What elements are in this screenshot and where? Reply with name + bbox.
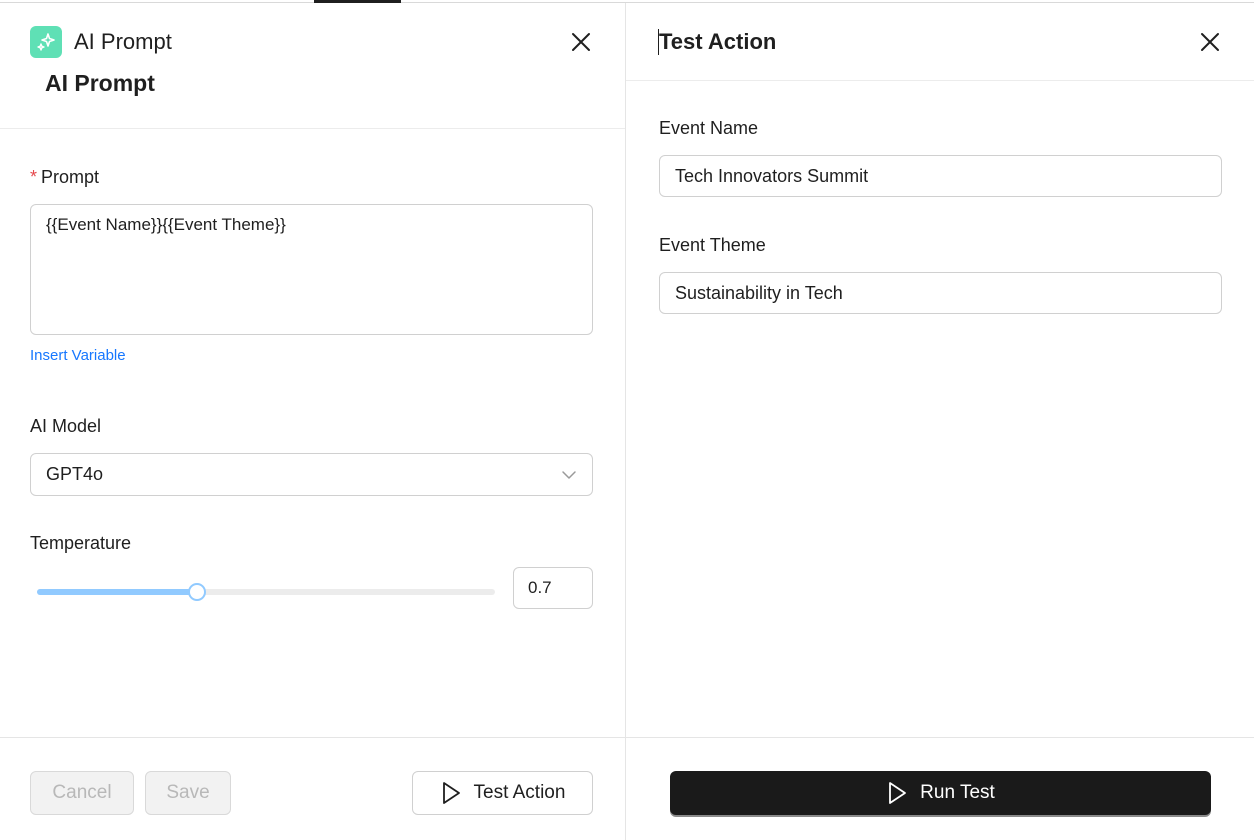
required-mark: *	[30, 167, 38, 187]
test-action-panel: Test Action Event Name Tech Innovators S…	[626, 3, 1254, 840]
test-action-footer: Run Test	[626, 737, 1254, 840]
ai-prompt-panel: AI Prompt AI Prompt * Prompt {{Event Name…	[0, 3, 626, 840]
temperature-value: 0.7	[528, 578, 552, 597]
test-action-button[interactable]: Test Action	[412, 771, 593, 815]
slider-handle[interactable]	[188, 583, 207, 601]
event-name-value: Tech Innovators Summit	[675, 165, 869, 186]
ai-prompt-header: AI Prompt AI Prompt	[0, 3, 625, 129]
temperature-slider[interactable]	[37, 583, 495, 601]
panel-title: AI Prompt	[74, 29, 172, 54]
slider-fill	[37, 589, 198, 595]
close-icon[interactable]	[1196, 28, 1224, 56]
play-icon	[886, 781, 908, 805]
temperature-label: Temperature	[30, 533, 132, 553]
run-test-label: Run Test	[920, 782, 995, 803]
test-action-header: Test Action	[626, 3, 1254, 81]
prompt-label-text: Prompt	[41, 167, 100, 187]
sparkle-icon	[30, 26, 62, 58]
prompt-label: * Prompt	[30, 167, 99, 188]
close-icon[interactable]	[567, 28, 595, 56]
prompt-textarea[interactable]: {{Event Name}}{{Event Theme}}	[30, 204, 593, 335]
ai-prompt-footer: Cancel Save Test Action	[0, 737, 625, 840]
ai-model-label: AI Model	[30, 416, 102, 436]
prompt-value: {{Event Name}}{{Event Theme}}	[46, 215, 286, 234]
event-theme-label: Event Theme	[659, 235, 766, 255]
event-theme-input[interactable]: Sustainability in Tech	[659, 272, 1222, 314]
chevron-down-icon	[561, 464, 577, 485]
event-theme-value: Sustainability in Tech	[675, 282, 843, 303]
test-action-label: Test Action	[473, 782, 566, 803]
cancel-button[interactable]: Cancel	[30, 771, 134, 815]
ai-model-value: GPT4o	[46, 464, 104, 484]
temperature-input[interactable]: 0.7	[513, 567, 593, 609]
insert-variable-link[interactable]: Insert Variable	[30, 347, 126, 364]
event-name-label: Event Name	[659, 118, 759, 138]
action-name: AI Prompt	[45, 70, 155, 96]
save-button[interactable]: Save	[145, 771, 231, 815]
play-icon	[440, 781, 462, 805]
test-action-title: Test Action	[659, 29, 777, 54]
ai-model-select[interactable]: GPT4o	[30, 453, 593, 496]
run-test-button[interactable]: Run Test	[670, 771, 1211, 815]
event-name-input[interactable]: Tech Innovators Summit	[659, 155, 1222, 197]
